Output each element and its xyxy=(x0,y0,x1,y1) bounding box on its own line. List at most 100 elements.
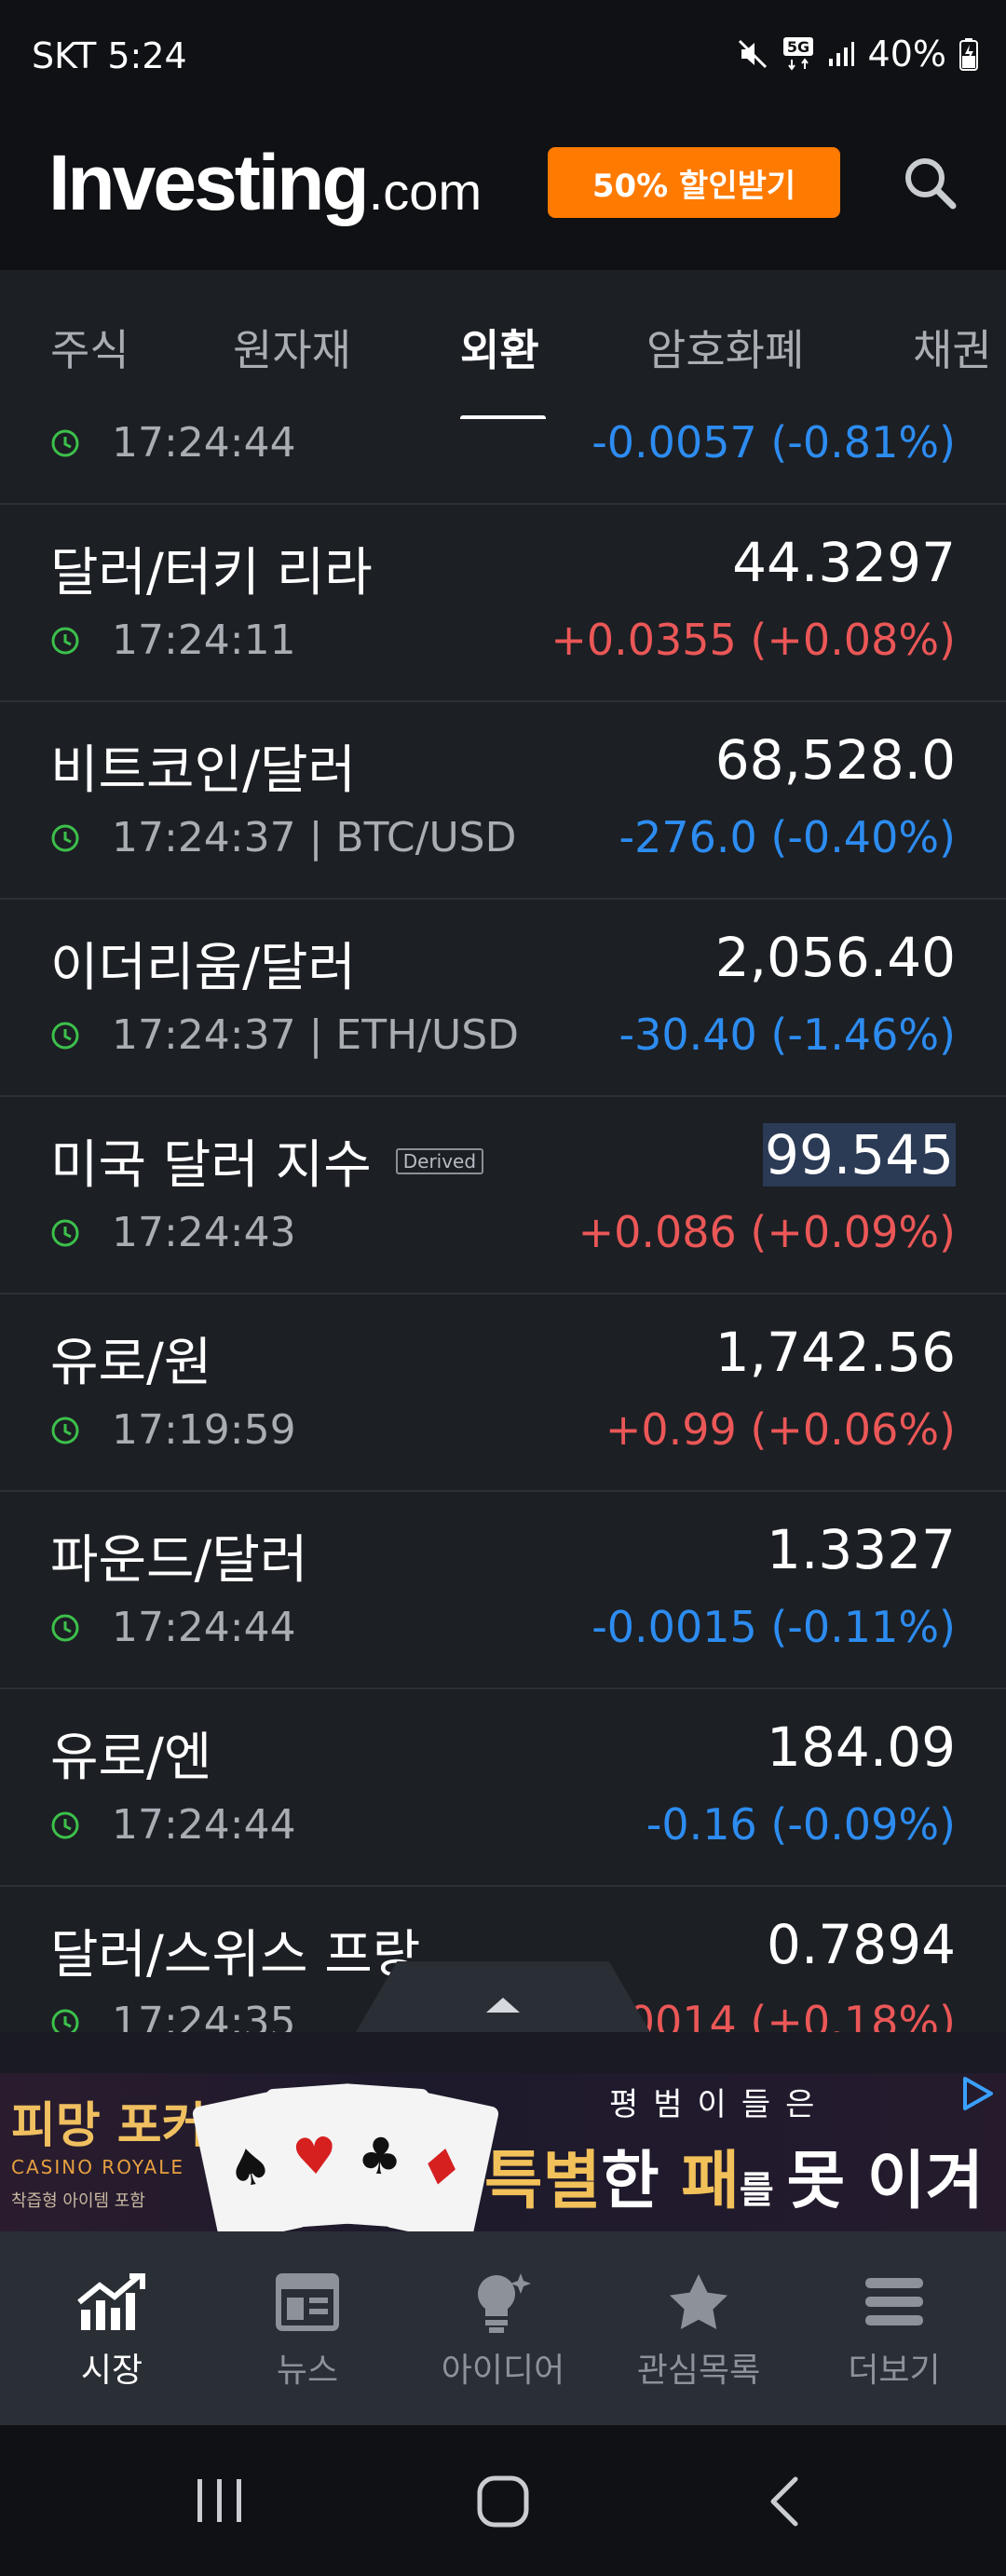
quote-time: 17:24:11 xyxy=(50,617,296,664)
ad-creative[interactable]: 피망 포커 CASINO ROYALE 착즙형 아이템 포함 ♠ ♥ ♣ ♦ 평… xyxy=(0,2073,1006,2231)
clock-icon xyxy=(51,429,79,456)
quote-price: 1,742.56 xyxy=(714,1321,956,1384)
quote-time: 17:24:37 | ETH/USD xyxy=(50,1011,519,1059)
menu-icon xyxy=(863,2269,925,2336)
quote-change: +0.0355 (+0.08%) xyxy=(551,615,956,665)
investing-logo[interactable]: Investing .com xyxy=(48,138,482,228)
clock-icon xyxy=(51,1417,79,1444)
quote-price: 184.09 xyxy=(767,1715,956,1779)
quote-row[interactable]: 유로/원 1,742.56 17:19:59 +0.99 (+0.06%) xyxy=(0,1295,1006,1492)
quote-time: 17:24:44 xyxy=(50,419,296,467)
tab-commodities[interactable]: 원자재 xyxy=(233,317,351,378)
ad-brand-note: 착즙형 아이템 포함 xyxy=(11,2191,145,2211)
nav-more[interactable]: 더보기 xyxy=(794,2269,995,2392)
quote-name-container: 미국 달러 지수 Derived xyxy=(50,1123,484,1199)
ad-banner[interactable]: 피망 포커 CASINO ROYALE 착즙형 아이템 포함 ♠ ♥ ♣ ♦ 평… xyxy=(0,2032,1006,2231)
quote-row[interactable]: 달러/터키 리라 44.3297 17:24:11 +0.0355 (+0.08… xyxy=(0,505,1006,702)
nav-watchlist[interactable]: 관심목록 xyxy=(598,2269,799,2392)
quote-change: +0.99 (+0.06%) xyxy=(605,1404,956,1455)
nav-ideas-label: 아이디어 xyxy=(441,2352,565,2390)
ad-headline-top: 평범이들은 xyxy=(609,2086,830,2123)
quote-price: 99.545 xyxy=(763,1123,956,1186)
quote-name: 유로/엔 xyxy=(50,1728,212,1788)
promo-discount-button[interactable]: 50% 할인받기 xyxy=(548,147,840,218)
nav-more-label: 더보기 xyxy=(848,2352,941,2390)
quote-row[interactable]: 유로/엔 184.09 17:24:44 -0.16 (-0.09%) xyxy=(0,1689,1006,1887)
recent-apps-button[interactable] xyxy=(192,2475,248,2526)
quote-list: 17:24:44 -0.0057 (-0.81%) 달러/터키 리라 44.32… xyxy=(0,419,1006,2032)
quote-row[interactable]: 이더리움/달러 2,056.40 17:24:37 | ETH/USD -30.… xyxy=(0,900,1006,1097)
market-chart-icon xyxy=(75,2269,148,2336)
clock-icon xyxy=(51,627,79,654)
network-5g-icon: 5G xyxy=(782,36,814,72)
quote-name: 파운드/달러 xyxy=(50,1530,308,1591)
home-icon xyxy=(477,2475,529,2528)
quote-name: 유로/원 xyxy=(50,1333,212,1393)
quote-time: 17:24:44 xyxy=(50,1801,296,1849)
quote-name: 달러/스위스 프랑 xyxy=(50,1925,421,1986)
ad-headline-main: 특별한 패를 못 이겨 xyxy=(484,2145,985,2218)
quote-row[interactable]: 미국 달러 지수 Derived 99.545 17:24:43 +0.086 … xyxy=(0,1097,1006,1295)
quote-price: 44.3297 xyxy=(732,531,956,594)
clock-icon xyxy=(51,1219,79,1246)
clock-icon xyxy=(51,2009,79,2032)
quote-time: 17:24:43 xyxy=(50,1209,296,1256)
tab-bonds[interactable]: 채권 xyxy=(913,317,992,378)
nav-ideas[interactable]: 아이디어 xyxy=(402,2269,604,2392)
battery-percent: 40% xyxy=(867,34,946,75)
back-icon xyxy=(770,2476,798,2527)
quote-name: 비트코인/달러 xyxy=(50,740,356,801)
signal-icon xyxy=(827,40,855,68)
ad-brand: 피망 포커 CASINO ROYALE 착즙형 아이템 포함 xyxy=(11,2086,206,2212)
search-icon xyxy=(905,158,957,210)
svg-text:5G: 5G xyxy=(786,38,809,56)
app-header: Investing .com 50% 할인받기 xyxy=(0,119,1006,270)
chevron-up-icon xyxy=(486,1998,520,2013)
quote-price: 0.7894 xyxy=(767,1913,956,1976)
back-button[interactable] xyxy=(764,2475,805,2528)
ad-choices-icon[interactable] xyxy=(959,2075,997,2116)
nav-markets[interactable]: 시장 xyxy=(11,2269,212,2392)
playing-cards-image: ♠ ♥ ♣ ♦ xyxy=(191,2079,500,2231)
quote-row[interactable]: 17:24:44 -0.0057 (-0.81%) xyxy=(0,419,1006,505)
status-icons: 5G 40% xyxy=(736,34,978,75)
nav-news[interactable]: 뉴스 xyxy=(207,2269,408,2392)
market-category-tabs: 주식 원자재 외환 암호화폐 채권 xyxy=(0,270,1006,419)
news-icon xyxy=(276,2269,339,2336)
recent-apps-icon xyxy=(197,2479,241,2522)
quote-time: 17:24:44 xyxy=(50,1604,296,1651)
quote-time: 17:19:59 xyxy=(50,1406,296,1454)
quote-name: 이더리움/달러 xyxy=(50,938,356,998)
quote-price: 2,056.40 xyxy=(714,926,956,989)
quote-change: -0.0057 (-0.81%) xyxy=(591,419,956,468)
quote-name: 달러/터키 리라 xyxy=(50,543,373,603)
quote-row[interactable]: 비트코인/달러 68,528.0 17:24:37 | BTC/USD -276… xyxy=(0,702,1006,900)
tab-stocks[interactable]: 주식 xyxy=(50,317,129,378)
quote-time: 17:24:35 xyxy=(50,1999,296,2032)
tab-forex[interactable]: 외환 xyxy=(460,317,539,378)
star-icon xyxy=(668,2269,729,2336)
battery-charging-icon xyxy=(959,37,978,71)
expand-handle[interactable] xyxy=(356,1961,650,2032)
logo-sub-text: .com xyxy=(368,162,483,221)
quote-change: -0.16 (-0.09%) xyxy=(646,1799,956,1850)
home-button[interactable] xyxy=(475,2475,531,2528)
clock-icon xyxy=(51,1811,79,1838)
quote-change: -0.0015 (-0.11%) xyxy=(591,1602,956,1652)
nav-markets-label: 시장 xyxy=(80,2352,143,2390)
quote-change: +0.086 (+0.09%) xyxy=(578,1207,956,1257)
ad-brand-title: 피망 포커 xyxy=(11,2098,207,2154)
bottom-navigation: 시장 뉴스 아이디어 관심목록 더보기 xyxy=(0,2231,1006,2425)
logo-main-text: Investing xyxy=(48,139,370,226)
search-button[interactable] xyxy=(894,147,965,218)
idea-bulb-icon xyxy=(474,2269,532,2336)
status-bar: SKT 5:24 5G 40% xyxy=(0,0,1006,119)
mute-icon xyxy=(736,37,769,71)
system-navigation-bar xyxy=(0,2425,1006,2576)
screen: SKT 5:24 5G 40% Investing .com 50% 할인받기 xyxy=(0,0,1006,2576)
tab-crypto[interactable]: 암호화폐 xyxy=(646,317,804,378)
quote-change: -30.40 (-1.46%) xyxy=(619,1010,956,1060)
quote-time: 17:24:37 | BTC/USD xyxy=(50,814,516,861)
quote-row[interactable]: 파운드/달러 1.3327 17:24:44 -0.0015 (-0.11%) xyxy=(0,1492,1006,1689)
quote-change: -276.0 (-0.40%) xyxy=(619,812,956,862)
